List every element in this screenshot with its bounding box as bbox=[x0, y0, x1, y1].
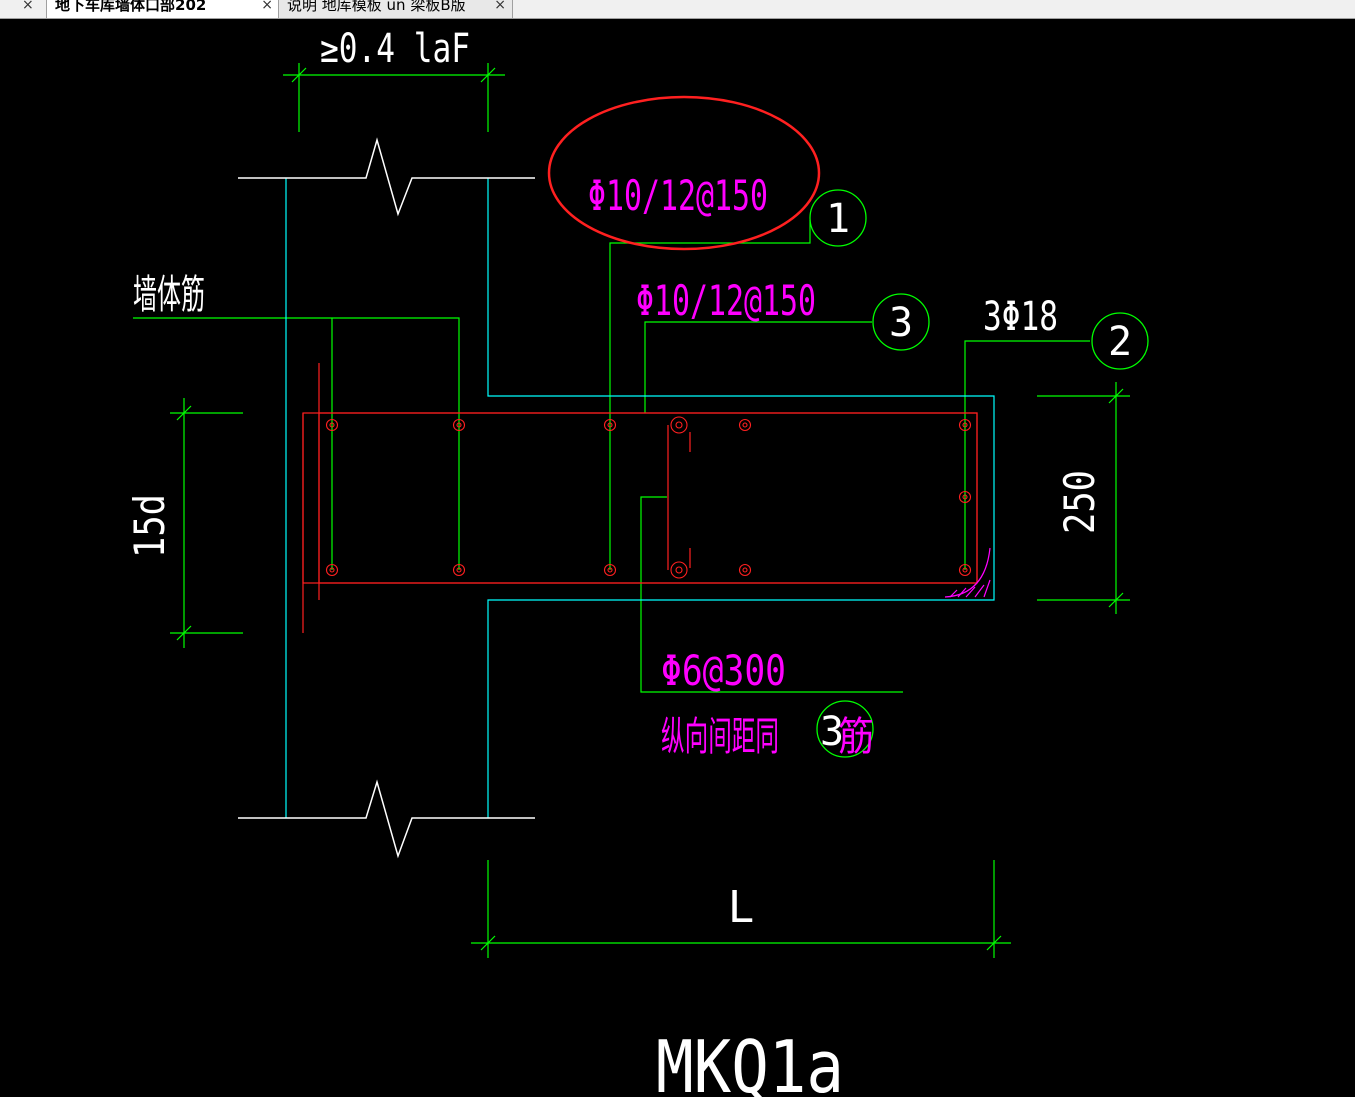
cad-drawing-canvas[interactable]: ≥0.4 laF Φ10/12@150 Φ10/12@150 3Φ18 墙体筋 … bbox=[0, 18, 1355, 1097]
stirrup-label: Φ6@300 bbox=[661, 646, 786, 695]
concrete-outline bbox=[285, 178, 995, 818]
dim-bottom-label: L bbox=[728, 882, 755, 933]
rebar-label-3: Φ10/12@150 bbox=[636, 276, 816, 325]
close-icon[interactable]: × bbox=[494, 0, 506, 16]
leader-lines bbox=[133, 220, 1090, 693]
callout-number-3b: 3 bbox=[820, 709, 844, 755]
rebar-cage bbox=[302, 363, 978, 633]
callout-number-2: 2 bbox=[1108, 319, 1132, 365]
break-lines bbox=[238, 137, 535, 859]
callout-number-1: 1 bbox=[826, 196, 850, 242]
dim-top-label: ≥0.4 laF bbox=[320, 26, 470, 72]
callout-number-3: 3 bbox=[889, 300, 913, 346]
close-icon[interactable]: × bbox=[261, 0, 273, 16]
dim-left-label: 15d bbox=[125, 494, 174, 558]
stirrup-note: 纵向间距同 bbox=[661, 714, 779, 760]
tab-label: 地下车库墙体口部202 bbox=[55, 0, 207, 14]
corner-hatch bbox=[944, 547, 991, 598]
tab-bar: × 地下车库墙体口部202 × 说明 地库模板 un 梁板B版 × bbox=[0, 0, 1355, 19]
tab-second-drawing[interactable]: 说明 地库模板 un 梁板B版 × bbox=[278, 0, 513, 18]
rebar-label-1: Φ10/12@150 bbox=[588, 171, 768, 220]
tab-active-drawing[interactable]: 地下车库墙体口部202 × bbox=[46, 0, 280, 18]
drawing-title: MKQ1a bbox=[656, 1025, 844, 1097]
close-icon[interactable]: × bbox=[22, 0, 34, 16]
wall-rebar-label: 墙体筋 bbox=[133, 272, 205, 318]
dim-right-label: 250 bbox=[1055, 470, 1104, 534]
tab-label: 说明 地库模板 un 梁板B版 bbox=[287, 0, 466, 14]
rebar-label-2: 3Φ18 bbox=[983, 294, 1058, 340]
